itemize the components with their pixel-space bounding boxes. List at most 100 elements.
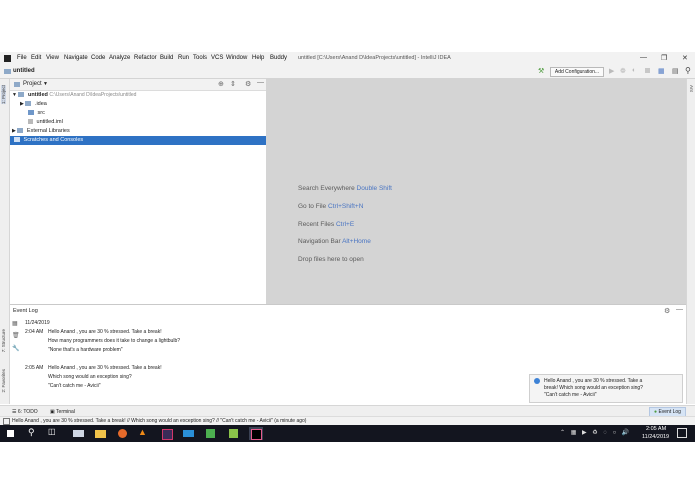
tree-item-idea[interactable]: ▶ .idea bbox=[20, 100, 47, 109]
folder-icon bbox=[25, 101, 32, 107]
locate-icon[interactable]: ⊕ bbox=[218, 80, 224, 88]
window-title: untitled [C:\Users\Anand D\IdeaProjects\… bbox=[298, 55, 451, 61]
menu-bar: File Edit View Navigate Code Analyze Ref… bbox=[0, 52, 695, 65]
navigation-bar: untitled ⚒ Add Configuration... ▶ ❁ ◐ ▦ … bbox=[0, 65, 695, 79]
tree-item-untitled[interactable]: ▼ untitled C:\Users\Anand D\IdeaProjects… bbox=[12, 91, 136, 100]
firefox-icon[interactable] bbox=[116, 427, 130, 440]
coverage-icon[interactable]: ◐ bbox=[632, 67, 636, 74]
project-view-dropdown[interactable]: Project bbox=[23, 81, 42, 87]
scratches-icon bbox=[14, 137, 20, 143]
tab-structure[interactable]: 7: Structure bbox=[1, 329, 6, 352]
menu-vcs[interactable]: VCS bbox=[211, 55, 223, 61]
mail-icon[interactable] bbox=[72, 427, 86, 440]
log-line: "None that's a hardware problem" bbox=[48, 347, 123, 353]
tab-ant[interactable]: Ant bbox=[689, 85, 694, 92]
menu-navigate[interactable]: Navigate bbox=[64, 55, 88, 61]
editor-area[interactable]: Search Everywhere Double Shift Go to Fil… bbox=[266, 79, 686, 304]
tree-item-label: untitled.iml bbox=[36, 119, 63, 125]
tree-item-external-libraries[interactable]: ▶ External Libraries bbox=[12, 127, 70, 136]
menu-window[interactable]: Window bbox=[226, 55, 247, 61]
tree-item-src[interactable]: src bbox=[28, 109, 45, 118]
app-icon[interactable] bbox=[227, 427, 241, 440]
event-log-title: Event Log bbox=[13, 308, 38, 314]
tab-project[interactable]: 1: Project bbox=[1, 85, 6, 105]
tree-item-iml[interactable]: untitled.iml bbox=[28, 118, 63, 127]
hint-search-everywhere: Search Everywhere Double Shift bbox=[298, 185, 392, 192]
log-time: 2:05 AM bbox=[25, 365, 44, 371]
status-window-icon[interactable] bbox=[3, 418, 10, 425]
hide-panel-icon[interactable]: — bbox=[257, 79, 264, 86]
menu-run[interactable]: Run bbox=[178, 55, 189, 61]
minimize-icon[interactable]: — bbox=[640, 54, 647, 61]
project-structure-icon[interactable]: ▦ bbox=[658, 67, 665, 75]
gear-icon[interactable]: ⚙ bbox=[245, 80, 251, 88]
app-icon[interactable] bbox=[182, 427, 196, 440]
layout-icon[interactable]: ▤ bbox=[672, 67, 679, 75]
terminal-icon: ▣ bbox=[50, 409, 55, 415]
file-explorer-icon[interactable] bbox=[94, 427, 108, 440]
tree-item-scratches[interactable]: Scratches and Consoles bbox=[10, 136, 266, 145]
tree-item-label: .idea bbox=[34, 101, 47, 107]
hint-recent-files: Recent Files Ctrl+E bbox=[298, 221, 355, 228]
search-icon[interactable]: ⚲ bbox=[28, 427, 42, 440]
todo-tab[interactable]: ☰ 6: TODO bbox=[12, 409, 38, 415]
tree-item-label: External Libraries bbox=[26, 128, 70, 134]
tab-favorites[interactable]: 2: Favorites bbox=[1, 369, 6, 393]
build-hammer-icon[interactable]: ⚒ bbox=[538, 67, 544, 75]
log-line: How many programmers does it take to cha… bbox=[48, 338, 181, 344]
project-folder-icon bbox=[4, 69, 11, 74]
menu-code[interactable]: Code bbox=[91, 55, 105, 61]
menu-build[interactable]: Build bbox=[160, 55, 173, 61]
settings-icon[interactable]: ▦ bbox=[12, 320, 18, 327]
clock-date[interactable]: 11/24/2019 bbox=[642, 434, 669, 440]
log-line: Hello Anand , you are 30 % stressed. Tak… bbox=[48, 365, 162, 371]
tree-item-path: C:\Users\Anand D\IdeaProjects\untitled bbox=[49, 92, 137, 98]
search-icon[interactable]: ⚲ bbox=[685, 66, 691, 75]
maximize-icon[interactable]: ❐ bbox=[661, 54, 667, 62]
project-panel-header: Project ▼ ⊕ ⇕ ⚙ — bbox=[10, 79, 266, 91]
menu-edit[interactable]: Edit bbox=[31, 55, 41, 61]
hide-panel-icon[interactable]: — bbox=[676, 306, 683, 313]
trash-icon[interactable]: 🗑 bbox=[12, 332, 20, 339]
terminal-tab[interactable]: ▣ Terminal bbox=[50, 409, 75, 415]
intellij-taskbar-icon[interactable] bbox=[160, 427, 174, 440]
notification-balloon[interactable]: Hello Anand , you are 30 % stressed. Tak… bbox=[529, 374, 683, 403]
menu-help[interactable]: Help bbox=[252, 55, 264, 61]
collapse-icon[interactable]: ⇕ bbox=[230, 80, 236, 88]
left-tool-strip: 1: Project 7: Structure 2: Favorites bbox=[0, 79, 10, 404]
wrench-icon[interactable]: 🔧 bbox=[12, 345, 19, 352]
event-log-icon: ● bbox=[654, 409, 658, 415]
close-icon[interactable]: ✕ bbox=[682, 54, 688, 62]
windows-start-icon[interactable] bbox=[4, 427, 18, 440]
vlc-icon[interactable]: ▲ bbox=[138, 427, 152, 440]
menu-refactor[interactable]: Refactor bbox=[134, 55, 157, 61]
chevron-down-icon: ▼ bbox=[12, 92, 17, 98]
run-icon[interactable]: ▶ bbox=[609, 67, 614, 75]
balloon-line: Hello Anand , you are 30 % stressed. Tak… bbox=[544, 378, 643, 384]
balloon-line: break! Which song would an exception sin… bbox=[544, 385, 643, 391]
task-view-icon[interactable]: ◫ bbox=[48, 427, 62, 440]
clock-time[interactable]: 2:05 AM bbox=[646, 426, 666, 432]
hint-navigation-bar: Navigation Bar Alt+Home bbox=[298, 238, 371, 245]
debug-icon[interactable]: ❁ bbox=[620, 67, 626, 75]
chevron-down-icon[interactable]: ▼ bbox=[43, 81, 48, 87]
menu-tools[interactable]: Tools bbox=[193, 55, 207, 61]
stop-icon[interactable] bbox=[645, 68, 650, 73]
app-icon[interactable] bbox=[204, 427, 218, 440]
balloon-line: "Can't catch me - Avicii" bbox=[544, 392, 597, 398]
windows-taskbar: ⚲ ◫ ▲ ⌃ ▦ ▶ ♻ ◌ ○ 🔊 2:05 AM 11/24/2019 bbox=[0, 425, 695, 442]
nav-project-name[interactable]: untitled bbox=[13, 68, 35, 74]
gear-icon[interactable]: ⚙ bbox=[664, 307, 670, 315]
menu-analyze[interactable]: Analyze bbox=[109, 55, 130, 61]
menu-file[interactable]: File bbox=[17, 55, 27, 61]
intellij-active-icon[interactable] bbox=[249, 427, 263, 440]
menu-view[interactable]: View bbox=[46, 55, 59, 61]
tray-icons[interactable]: ⌃ ▦ ▶ ♻ ◌ ○ 🔊 bbox=[560, 429, 631, 436]
log-line: Which song would an exception sing? bbox=[48, 374, 132, 380]
notification-icon[interactable] bbox=[677, 428, 687, 438]
hint-go-to-file: Go to File Ctrl+Shift+N bbox=[298, 203, 364, 210]
add-configuration-button[interactable]: Add Configuration... bbox=[550, 67, 604, 77]
status-message[interactable]: Hello Anand , you are 30 % stressed. Tak… bbox=[12, 418, 306, 424]
log-time: 2:04 AM bbox=[25, 329, 44, 335]
menu-buddy[interactable]: Buddy bbox=[270, 55, 287, 61]
